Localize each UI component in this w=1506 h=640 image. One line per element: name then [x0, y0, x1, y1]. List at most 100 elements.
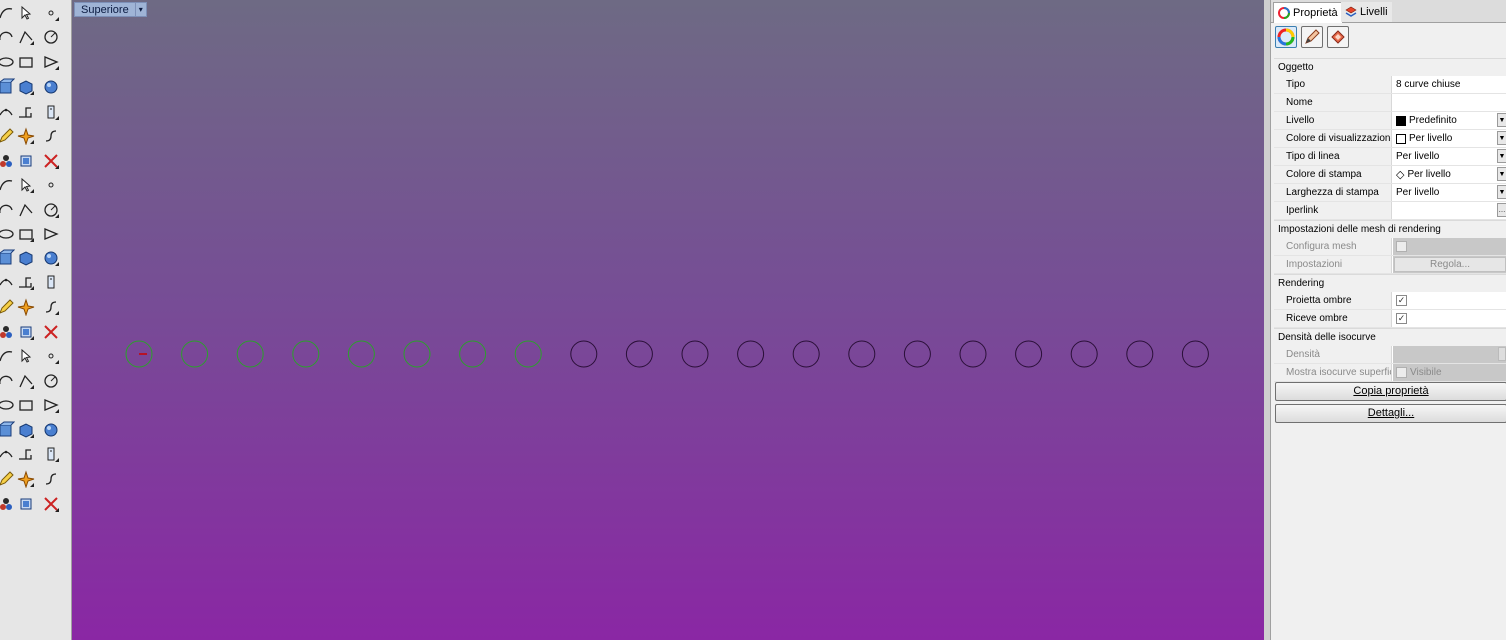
- closed-curve[interactable]: [848, 340, 876, 368]
- blend-icon[interactable]: [0, 444, 16, 464]
- render-icon[interactable]: [41, 420, 61, 440]
- checkbox[interactable]: [1396, 367, 1407, 378]
- cylinder-icon[interactable]: [0, 151, 16, 171]
- surface-icon[interactable]: [0, 102, 16, 122]
- section-header[interactable]: Oggetto: [1274, 58, 1506, 76]
- point-icon[interactable]: [41, 3, 61, 23]
- viewport-top[interactable]: Superiore ▾: [72, 0, 1264, 640]
- closed-curve[interactable]: [1015, 340, 1043, 368]
- material-button[interactable]: [1301, 26, 1323, 48]
- texture-button[interactable]: [1327, 26, 1349, 48]
- polygon-icon[interactable]: [16, 77, 36, 97]
- flow-icon[interactable]: [0, 469, 16, 489]
- sphere-icon[interactable]: [41, 151, 61, 171]
- property-value[interactable]: ✓: [1393, 292, 1506, 309]
- cube-icon[interactable]: [0, 297, 16, 317]
- checkbox[interactable]: ✓: [1396, 313, 1407, 324]
- cube-render-icon[interactable]: [16, 469, 36, 489]
- object-properties-button[interactable]: [1275, 26, 1297, 48]
- property-value[interactable]: [1393, 346, 1506, 363]
- property-value[interactable]: Visibile: [1393, 364, 1506, 381]
- settings-icon[interactable]: [41, 469, 61, 489]
- undo-curve-icon[interactable]: [0, 395, 16, 415]
- property-value[interactable]: [1393, 238, 1506, 255]
- check-icon[interactable]: [41, 395, 61, 415]
- clipboard-icon[interactable]: [16, 395, 36, 415]
- block-icon[interactable]: [16, 346, 36, 366]
- mesh-settings-button[interactable]: Regola...: [1394, 257, 1506, 272]
- lamp-icon[interactable]: [0, 371, 16, 391]
- property-value[interactable]: Per livello ▼: [1393, 130, 1506, 147]
- split-icon[interactable]: [0, 200, 16, 220]
- arc-tool-icon[interactable]: [0, 77, 16, 97]
- closed-curve[interactable]: [792, 340, 820, 368]
- circle-center-icon[interactable]: [16, 102, 36, 122]
- hatch-icon[interactable]: [41, 322, 61, 342]
- closed-curve-selected[interactable]: [236, 340, 264, 368]
- property-value[interactable]: ◇ Per livello ▼: [1393, 166, 1506, 183]
- property-value[interactable]: …: [1393, 202, 1506, 219]
- sphere-set-icon[interactable]: [0, 224, 16, 244]
- fillet-edge-icon[interactable]: [41, 272, 61, 292]
- explode-icon[interactable]: [41, 200, 61, 220]
- triangle-icon[interactable]: [0, 52, 16, 72]
- closed-curve[interactable]: [681, 340, 709, 368]
- move-icon[interactable]: [16, 444, 36, 464]
- wedge-icon[interactable]: [16, 420, 36, 440]
- browse-button[interactable]: …: [1497, 203, 1506, 217]
- closed-curve-selected[interactable]: [181, 340, 209, 368]
- closed-curve[interactable]: [903, 340, 931, 368]
- checkbox[interactable]: ✓: [1396, 295, 1407, 306]
- copy-properties-button[interactable]: Copia proprietà: [1275, 382, 1506, 401]
- viewport-canvas[interactable]: [72, 0, 1264, 640]
- rotate-icon[interactable]: [0, 346, 16, 366]
- offset-icon[interactable]: [41, 126, 61, 146]
- network-icon[interactable]: [0, 494, 16, 514]
- circle-icon[interactable]: [16, 52, 36, 72]
- text-object-icon[interactable]: [16, 297, 36, 317]
- array-icon[interactable]: [0, 322, 16, 342]
- closed-curve[interactable]: [959, 340, 987, 368]
- property-value[interactable]: Per livello ▼: [1393, 148, 1506, 165]
- grid-icon[interactable]: [41, 346, 61, 366]
- curve-icon[interactable]: [0, 3, 16, 23]
- closed-curve-selected[interactable]: [459, 340, 487, 368]
- tab-layers[interactable]: Livelli: [1341, 2, 1392, 22]
- bend-icon[interactable]: [16, 224, 36, 244]
- polyline-icon[interactable]: [16, 27, 36, 47]
- details-button[interactable]: Dettagli...: [1275, 404, 1506, 423]
- section-header[interactable]: Impostazioni delle mesh di rendering: [1274, 220, 1506, 238]
- property-value[interactable]: 8 curve chiuse: [1393, 76, 1506, 93]
- material-icon[interactable]: [41, 444, 61, 464]
- closed-curve-selected[interactable]: [347, 340, 375, 368]
- closed-curve[interactable]: [737, 340, 765, 368]
- dropdown-arrow-icon[interactable]: ▼: [1497, 131, 1506, 145]
- plane-icon[interactable]: [41, 175, 61, 195]
- select-arrow-icon[interactable]: [16, 3, 36, 23]
- curve-edit-icon[interactable]: [41, 27, 61, 47]
- closed-curve-selected[interactable]: [292, 340, 320, 368]
- closed-curve[interactable]: [570, 340, 598, 368]
- extrude-icon[interactable]: [16, 126, 36, 146]
- ellipse-icon[interactable]: [41, 52, 61, 72]
- fillet-icon[interactable]: [41, 102, 61, 122]
- closed-curve[interactable]: [1126, 340, 1154, 368]
- spinner-control[interactable]: [1498, 347, 1506, 361]
- rectangle-icon[interactable]: [41, 77, 61, 97]
- section-header[interactable]: Densità delle isocurve: [1274, 328, 1506, 346]
- join-icon[interactable]: [0, 248, 16, 268]
- dropdown-arrow-icon[interactable]: ▼: [1497, 113, 1506, 127]
- dropdown-arrow-icon[interactable]: ▼: [1497, 149, 1506, 163]
- gear-icon[interactable]: [0, 175, 16, 195]
- property-value[interactable]: Per livello ▼: [1393, 184, 1506, 201]
- trim-icon[interactable]: [0, 420, 16, 440]
- delete-icon[interactable]: [41, 494, 61, 514]
- property-value[interactable]: Predefinito ▼: [1393, 112, 1506, 129]
- solid-box-icon[interactable]: [16, 151, 36, 171]
- hide-icon[interactable]: [16, 494, 36, 514]
- text-icon[interactable]: [0, 272, 16, 292]
- shade-icon[interactable]: [16, 248, 36, 268]
- closed-curve-selected[interactable]: [514, 340, 542, 368]
- spheres-icon[interactable]: [41, 248, 61, 268]
- box-edit-icon[interactable]: [16, 322, 36, 342]
